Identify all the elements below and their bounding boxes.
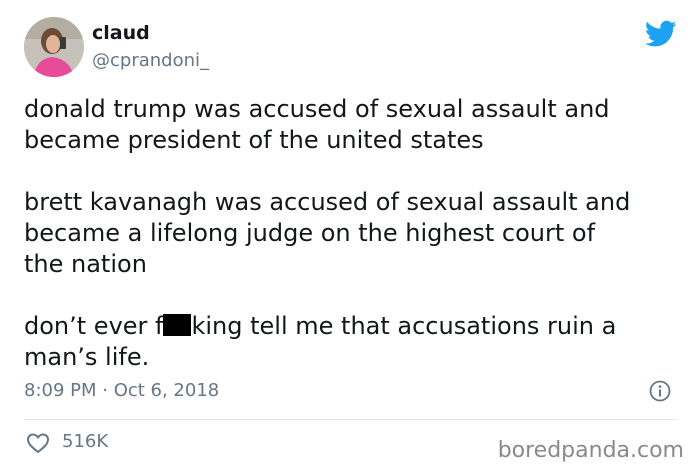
display-name[interactable]: claud bbox=[92, 22, 150, 44]
like-count[interactable]: 516K bbox=[62, 431, 108, 452]
divider bbox=[24, 419, 676, 420]
tweet-paragraph-3-start: don’t ever f bbox=[24, 312, 164, 340]
tweet-paragraph-1: donald trump was accused of sexual assau… bbox=[24, 95, 610, 154]
tweet-paragraph-3: don’t ever f king tell me that accusation… bbox=[24, 311, 684, 373]
twitter-bird-icon[interactable] bbox=[645, 20, 677, 48]
tweet-paragraph-2: brett kavanagh was accused of sexual ass… bbox=[24, 188, 631, 278]
avatar[interactable] bbox=[24, 17, 84, 77]
heart-icon[interactable] bbox=[26, 432, 50, 454]
tweet-timestamp[interactable]: 8:09 PM · Oct 6, 2018 bbox=[24, 380, 219, 401]
user-handle[interactable]: @cprandoni_ bbox=[92, 50, 209, 71]
tweet-text: donald trump was accused of sexual assau… bbox=[24, 94, 684, 373]
info-icon[interactable] bbox=[649, 380, 671, 402]
avatar-image bbox=[24, 17, 84, 77]
redaction-block bbox=[163, 314, 192, 336]
watermark-text: boredpanda.com bbox=[497, 438, 684, 463]
